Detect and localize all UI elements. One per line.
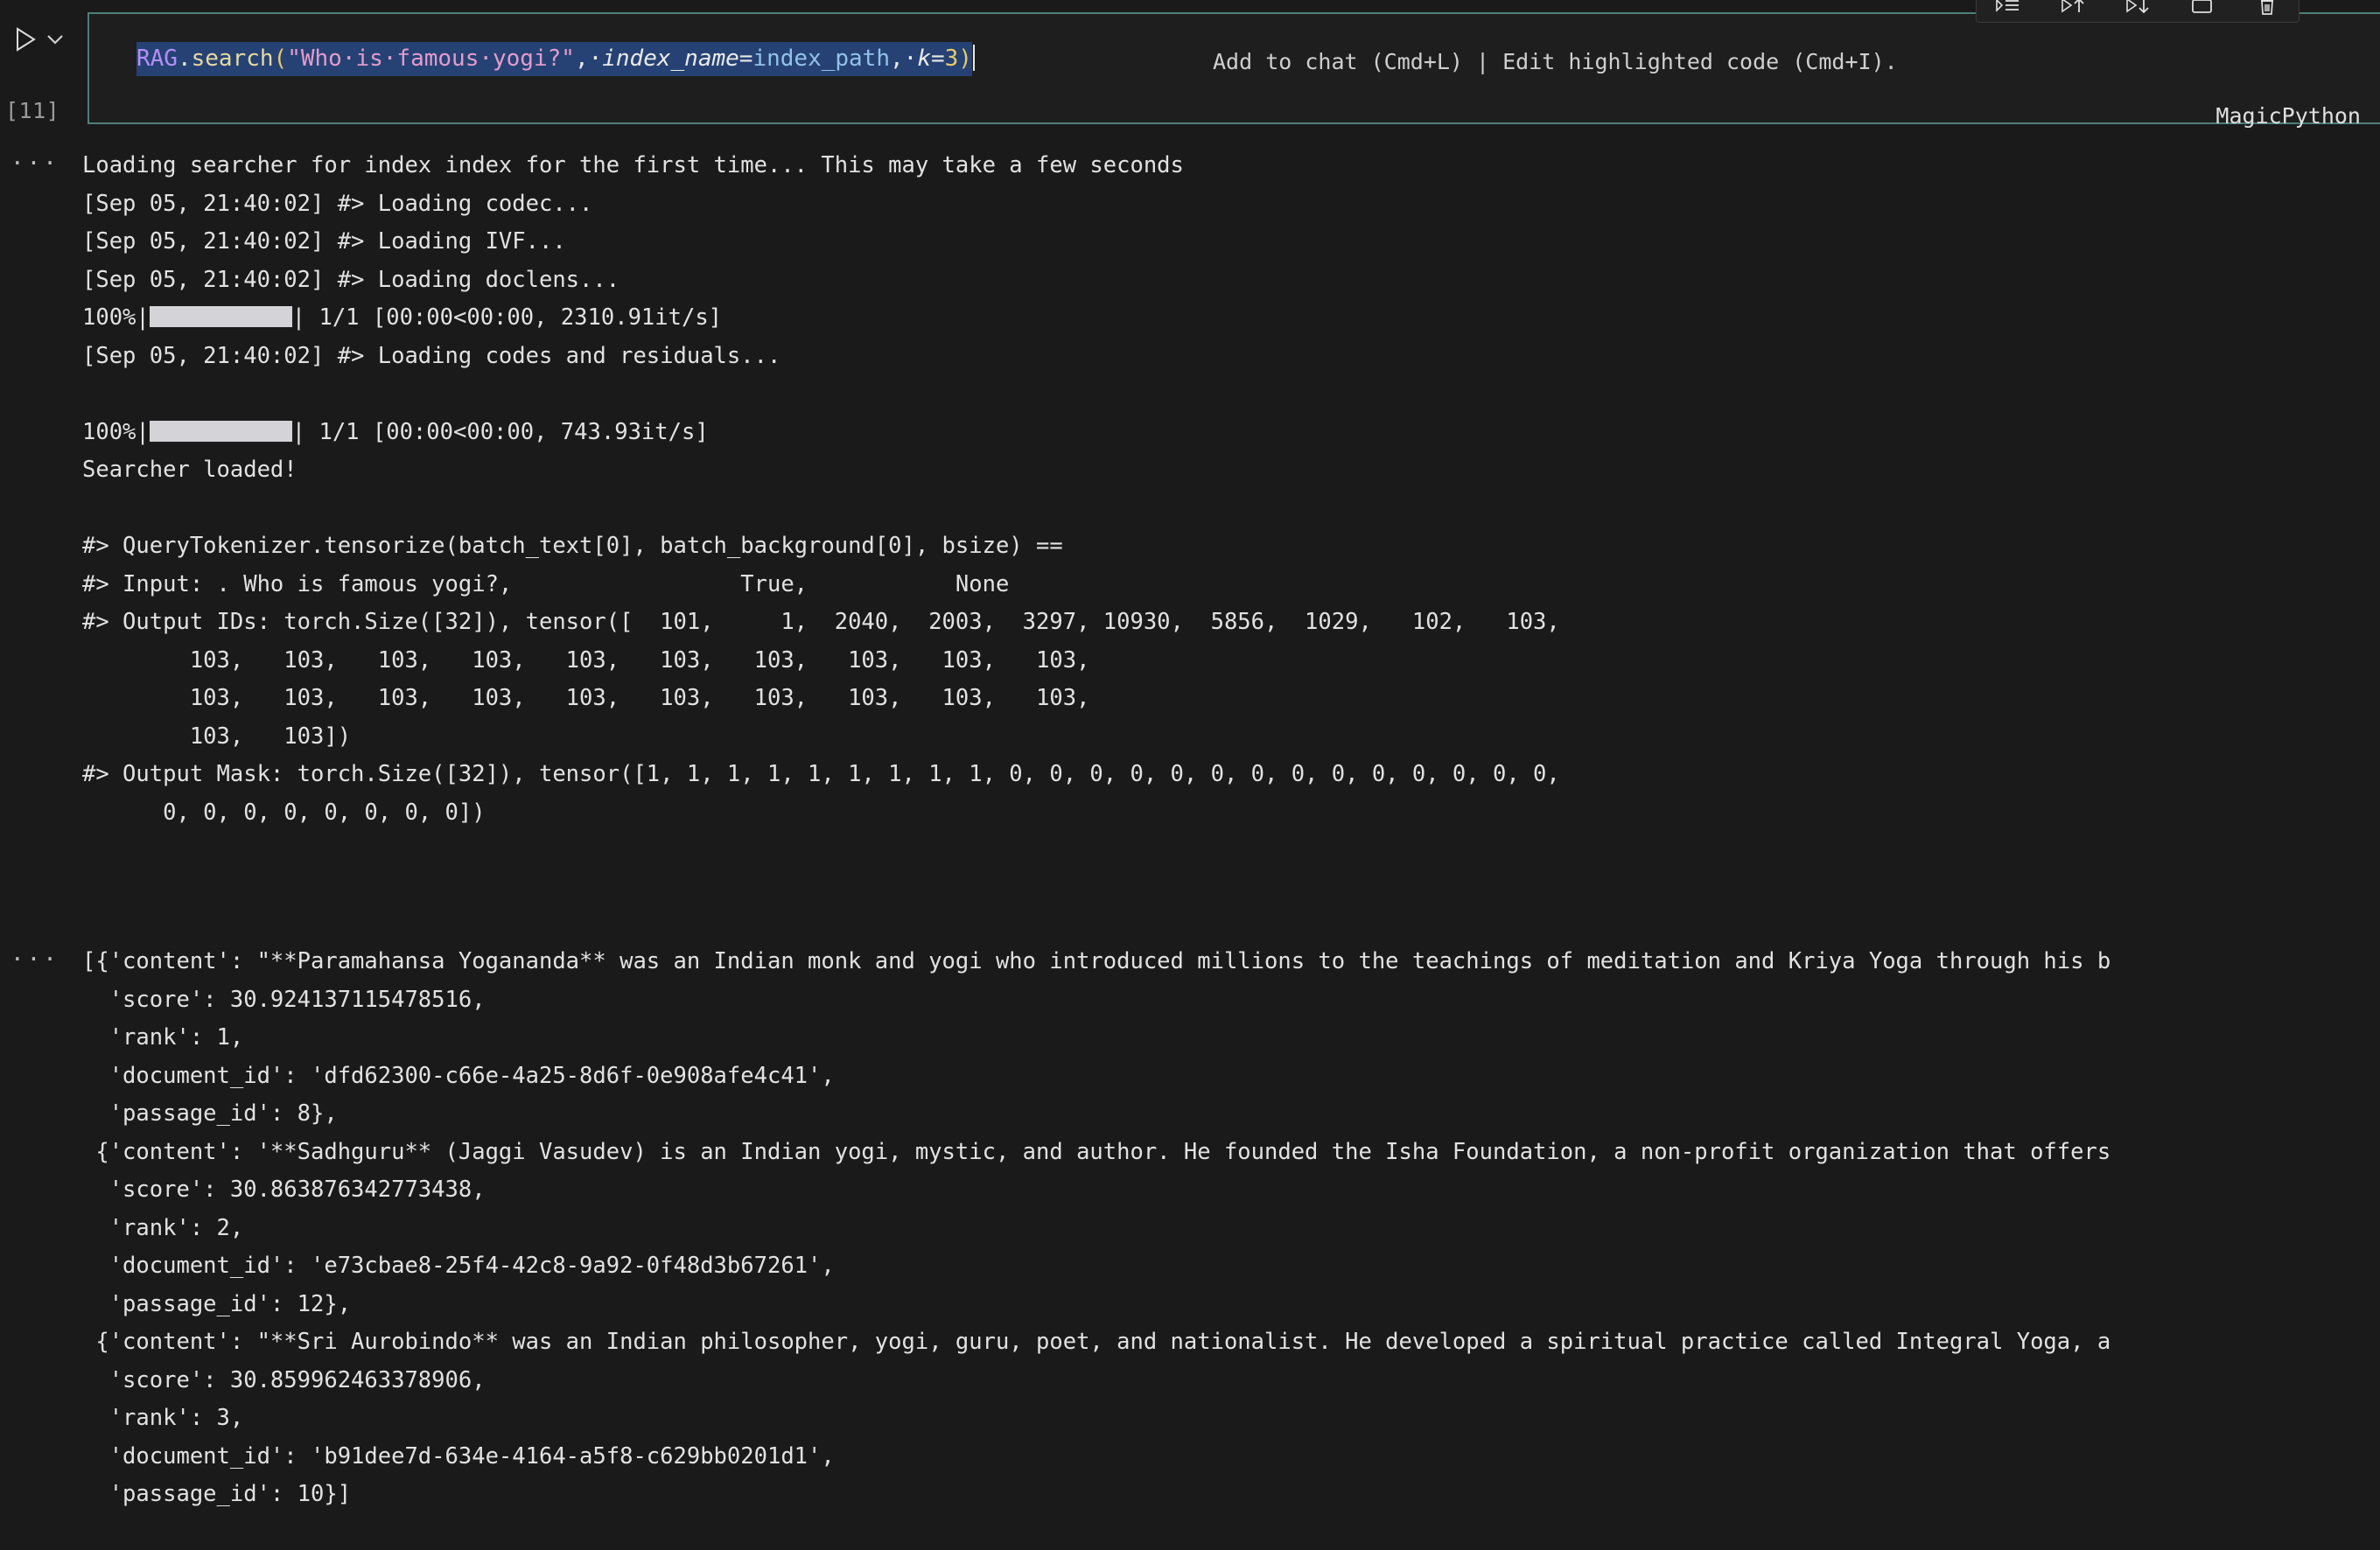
output-line: [Sep 05, 21:40:02] #> Loading codec... — [82, 190, 593, 217]
token-class: RAG — [136, 45, 178, 72]
output-line: 100%| | 1/1 [00:00<00:00, 2310.91it/s] — [82, 299, 2380, 338]
output-line: 'document_id': 'e73cbae8-25f4-42c8-9a92-… — [82, 1253, 835, 1279]
output-line: [{'content': "**Paramahansa Yogananda** … — [82, 948, 2111, 974]
output-line: 'rank': 2, — [82, 1214, 244, 1241]
chevron-down-icon[interactable] — [42, 26, 68, 52]
output-line: {'content': "**Sri Aurobindo** was an In… — [82, 1329, 2111, 1355]
stop-icon[interactable] — [2185, 0, 2220, 18]
output-line: 'passage_id': 8}, — [82, 1100, 338, 1127]
token-dot: . — [177, 45, 192, 72]
token-open-paren: ( — [273, 45, 288, 72]
code-selection: RAG.search("Who·is·famous·yogi?",·index_… — [136, 42, 972, 76]
token-comma-2: ,· — [890, 45, 918, 72]
output-line: 0, 0, 0, 0, 0, 0, 0, 0]) — [82, 799, 486, 826]
output-line: #> Output Mask: torch.Size([32]), tensor… — [82, 761, 1560, 787]
output-options-dots-2[interactable]: ··· — [10, 948, 60, 971]
run-by-line-icon[interactable] — [1991, 0, 2026, 18]
output-line: 'passage_id': 12}, — [82, 1290, 352, 1317]
output-line: [Sep 05, 21:40:02] #> Loading codes and … — [82, 342, 781, 369]
progress-stats: | 1/1 [00:00<00:00, 743.93it/s] — [291, 418, 709, 445]
output-line: Loading searcher for index index for the… — [82, 152, 1184, 178]
output-line: 'document_id': 'dfd62300-c66e-4a25-8d6f-… — [82, 1062, 835, 1089]
output-line: Searcher loaded! — [82, 457, 298, 483]
output-area-1: ··· Loading searcher for index index for… — [0, 147, 2380, 847]
output-line: 'rank': 3, — [82, 1405, 244, 1431]
output-area-2: ··· [{'content': "**Paramahansa Yoganand… — [0, 943, 2380, 1547]
token-close-paren: ) — [958, 45, 972, 72]
output-line: 100%| | 1/1 [00:00<00:00, 743.93it/s] — [82, 414, 2380, 452]
notebook-root: [11] RAG.search("Who·is·famous·yogi?",·i… — [0, 0, 2380, 1550]
output-line: 103, 103]) — [82, 723, 352, 750]
progress-bar — [149, 306, 292, 327]
token-function: search — [191, 45, 274, 72]
output-line: 'document_id': 'b91dee7d-634e-4164-a5f8-… — [82, 1442, 835, 1470]
output-line: #> Input: . Who is famous yogi?, True, N… — [82, 570, 1010, 597]
code-cell: [11] RAG.search("Who·is·famous·yogi?",·i… — [0, 12, 2380, 129]
code-line[interactable]: RAG.search("Who·is·famous·yogi?",·index_… — [136, 42, 975, 76]
token-comma-1: ,· — [574, 45, 603, 72]
cell-toolbar — [1976, 0, 2300, 23]
cell-gutter: [11] — [0, 12, 89, 124]
language-mode-label[interactable]: MagicPython — [2216, 104, 2361, 129]
token-equals-1: = — [738, 45, 753, 72]
output-line: [Sep 05, 21:40:02] #> Loading doclens... — [82, 266, 620, 293]
output-options-dots-1[interactable]: ··· — [10, 152, 60, 175]
output-line: #> QueryTokenizer.tensorize(batch_text[0… — [82, 533, 1063, 559]
delete-icon[interactable] — [2250, 0, 2285, 18]
output-stream-1: Loading searcher for index index for the… — [82, 147, 2380, 832]
progress-percent: 100%| — [82, 418, 150, 445]
progress-percent: 100%| — [82, 304, 150, 331]
token-var-index-path: index_path — [752, 45, 890, 72]
progress-bar — [149, 420, 292, 442]
output-line: #> Output IDs: torch.Size([32]), tensor(… — [82, 609, 1560, 635]
run-below-icon[interactable] — [2120, 0, 2155, 18]
inline-chat-hint: Add to chat (Cmd+L) | Edit highlighted c… — [1213, 49, 1898, 74]
token-string: "Who·is·famous·yogi?" — [287, 45, 575, 72]
output-line: 'rank': 1, — [82, 1024, 244, 1051]
token-equals-2: = — [930, 45, 945, 72]
output-line: 'passage_id': 10}] — [82, 1481, 352, 1507]
output-line: 'score': 30.863876342773438, — [82, 1176, 486, 1203]
text-caret — [972, 45, 975, 71]
output-stream-2: [{'content': "**Paramahansa Yogananda** … — [82, 943, 2380, 1514]
output-line: {'content': '**Sadhguru** (Jaggi Vasudev… — [82, 1138, 2111, 1165]
output-line: 103, 103, 103, 103, 103, 103, 103, 103, … — [82, 685, 1090, 711]
token-kwarg-index-name: index_name — [602, 45, 739, 72]
output-line: 'score': 30.859962463378906, — [82, 1366, 486, 1393]
execution-count: [11] — [5, 98, 60, 123]
output-line: 'score': 30.924137115478516, — [82, 986, 486, 1013]
run-above-icon[interactable] — [2055, 0, 2090, 18]
token-number: 3 — [944, 45, 959, 72]
output-line: [Sep 05, 21:40:02] #> Loading IVF... — [82, 228, 566, 255]
output-line: 103, 103, 103, 103, 103, 103, 103, 103, … — [82, 646, 1090, 674]
token-kwarg-k: k — [917, 45, 931, 72]
play-icon[interactable] — [10, 24, 40, 54]
progress-stats: | 1/1 [00:00<00:00, 2310.91it/s] — [291, 304, 723, 331]
